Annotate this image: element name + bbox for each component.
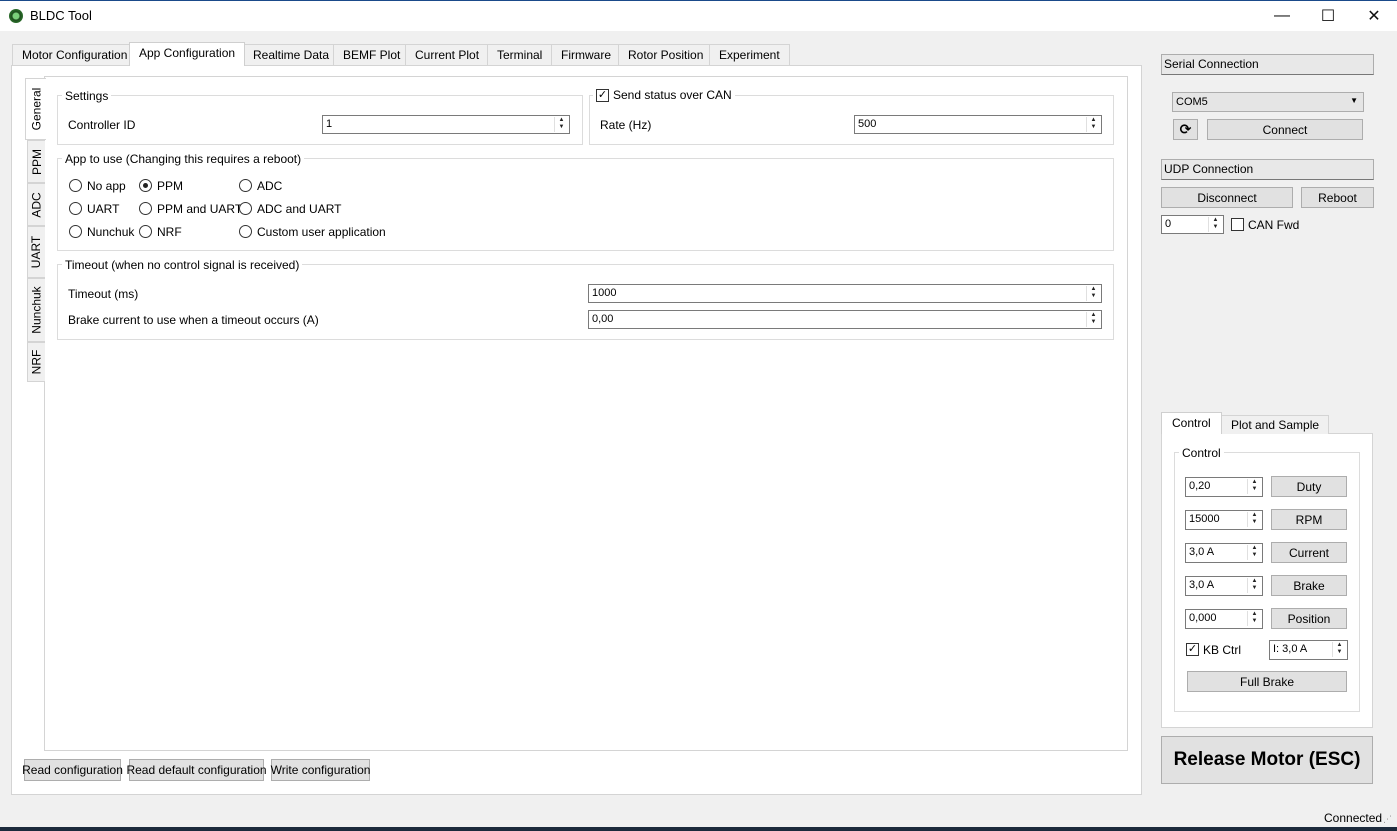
release-motor-button[interactable]: Release Motor (ESC) xyxy=(1161,736,1373,784)
spin-arrows-icon[interactable]: ▲ ▼ xyxy=(1247,545,1261,560)
udp-connection-header[interactable]: UDP Connection xyxy=(1161,159,1374,180)
spin-arrows-icon[interactable]: ▲ ▼ xyxy=(1332,642,1346,657)
brake-button[interactable]: Brake xyxy=(1271,575,1347,596)
kb-ctrl-checkbox[interactable]: ✓ xyxy=(1186,643,1199,656)
maximize-button[interactable]: ☐ xyxy=(1305,0,1351,31)
status-text: Connected xyxy=(1324,811,1383,825)
app-icon xyxy=(9,9,23,23)
kb-current-spinbox[interactable]: I: 3,0 A ▲ ▼ xyxy=(1269,640,1348,660)
reboot-button[interactable]: Reboot xyxy=(1301,187,1374,208)
write-configuration-button[interactable]: Write configuration xyxy=(271,759,370,781)
read-default-configuration-button[interactable]: Read default configuration xyxy=(126,759,267,781)
tab-realtime-data[interactable]: Realtime Data xyxy=(243,44,340,65)
radio-no-app[interactable] xyxy=(69,179,82,192)
spin-arrows-icon[interactable]: ▲ ▼ xyxy=(1086,117,1100,132)
vtab-adc[interactable]: ADC xyxy=(27,183,45,226)
timeout-spinbox[interactable]: 1000 ▲ ▼ xyxy=(588,284,1102,303)
minimize-button[interactable]: — xyxy=(1259,0,1305,31)
tab-bemf-plot[interactable]: BEMF Plot xyxy=(333,44,411,65)
radio-adc-label: ADC xyxy=(257,179,283,193)
radio-adc[interactable] xyxy=(239,179,252,192)
tab-experiment[interactable]: Experiment xyxy=(709,44,790,65)
position-spinbox[interactable]: 0,000 ▲ ▼ xyxy=(1185,609,1263,629)
rpm-spinbox[interactable]: 15000 ▲ ▼ xyxy=(1185,510,1263,530)
rate-spinbox[interactable]: 500 ▲ ▼ xyxy=(854,115,1102,134)
can-status-title: ✓ Send status over CAN xyxy=(593,88,735,102)
timeout-label: Timeout (ms) xyxy=(68,287,139,301)
rate-label: Rate (Hz) xyxy=(600,118,652,132)
tab-plot-and-sample[interactable]: Plot and Sample xyxy=(1221,415,1330,434)
radio-nunchuk-label: Nunchuk xyxy=(87,225,135,239)
spin-arrows-icon[interactable]: ▲ ▼ xyxy=(1247,479,1261,494)
chevron-down-icon: ▼ xyxy=(1350,96,1358,105)
current-button[interactable]: Current xyxy=(1271,542,1347,563)
spin-arrows-icon[interactable]: ▲ ▼ xyxy=(1247,512,1261,527)
radio-nunchuk[interactable] xyxy=(69,225,82,238)
tab-current-plot[interactable]: Current Plot xyxy=(405,44,490,65)
spin-arrows-icon[interactable]: ▲ ▼ xyxy=(554,117,568,132)
full-brake-button[interactable]: Full Brake xyxy=(1187,671,1347,692)
radio-no-app-label: No app xyxy=(87,179,126,193)
window-title: BLDC Tool xyxy=(30,8,92,23)
radio-adc-and-uart-label: ADC and UART xyxy=(257,202,342,216)
control-group-title: Control xyxy=(1179,446,1224,460)
timeout-group-title: Timeout (when no control signal is recei… xyxy=(62,258,303,272)
kb-ctrl-label: KB Ctrl xyxy=(1203,643,1242,657)
refresh-icon[interactable]: ⟳ xyxy=(1173,119,1198,140)
title-bar xyxy=(0,0,1397,31)
controller-id-label: Controller ID xyxy=(68,118,136,132)
can-fwd-checkbox[interactable] xyxy=(1231,218,1244,231)
serial-port-select[interactable]: COM5 ▼ xyxy=(1172,92,1364,112)
tab-motor-configuration[interactable]: Motor Configuration xyxy=(12,44,138,65)
radio-uart[interactable] xyxy=(69,202,82,215)
radio-ppm-and-uart[interactable] xyxy=(139,202,152,215)
radio-custom-user-app[interactable] xyxy=(239,225,252,238)
radio-ppm-label: PPM xyxy=(157,179,184,193)
tab-terminal[interactable]: Terminal xyxy=(487,44,553,65)
radio-nrf-label: NRF xyxy=(157,225,182,239)
settings-group-title: Settings xyxy=(62,89,112,103)
controller-id-spinbox[interactable]: 1 ▲ ▼ xyxy=(322,115,570,134)
spin-arrows-icon[interactable]: ▲ ▼ xyxy=(1208,217,1222,232)
send-status-can-checkbox[interactable]: ✓ xyxy=(596,88,609,102)
vtab-nrf[interactable]: NRF xyxy=(27,342,45,382)
app-to-use-title: App to use (Changing this requires a reb… xyxy=(62,152,305,166)
vtab-general[interactable]: General xyxy=(25,78,46,140)
disconnect-button[interactable]: Disconnect xyxy=(1161,187,1293,208)
vtab-uart[interactable]: UART xyxy=(27,226,45,278)
taskbar-strip xyxy=(0,827,1397,831)
duty-button[interactable]: Duty xyxy=(1271,476,1347,497)
tab-rotor-position[interactable]: Rotor Position xyxy=(618,44,714,65)
radio-ppm-and-uart-label: PPM and UART xyxy=(157,202,243,216)
resize-grip-icon[interactable]: ⋰ xyxy=(1383,814,1392,825)
close-button[interactable]: ✕ xyxy=(1351,0,1397,31)
spin-arrows-icon[interactable]: ▲ ▼ xyxy=(1247,578,1261,593)
serial-connection-header[interactable]: Serial Connection xyxy=(1161,54,1374,75)
vtab-ppm[interactable]: PPM xyxy=(27,140,45,183)
spin-arrows-icon[interactable]: ▲ ▼ xyxy=(1247,611,1261,626)
brake-spinbox[interactable]: 3,0 A ▲ ▼ xyxy=(1185,576,1263,596)
radio-uart-label: UART xyxy=(87,202,120,216)
brake-current-spinbox[interactable]: 0,00 ▲ ▼ xyxy=(588,310,1102,329)
spin-arrows-icon[interactable]: ▲ ▼ xyxy=(1086,312,1100,327)
vtab-nunchuk[interactable]: Nunchuk xyxy=(27,278,45,342)
tab-app-configuration[interactable]: App Configuration xyxy=(129,42,246,66)
can-fwd-label: CAN Fwd xyxy=(1248,218,1300,232)
tab-control[interactable]: Control xyxy=(1161,412,1222,434)
read-configuration-button[interactable]: Read configuration xyxy=(22,759,123,781)
radio-ppm[interactable] xyxy=(139,179,152,192)
position-button[interactable]: Position xyxy=(1271,608,1347,629)
rpm-button[interactable]: RPM xyxy=(1271,509,1347,530)
connect-button[interactable]: Connect xyxy=(1207,119,1363,140)
radio-custom-user-app-label: Custom user application xyxy=(257,225,386,239)
radio-adc-and-uart[interactable] xyxy=(239,202,252,215)
current-spinbox[interactable]: 3,0 A ▲ ▼ xyxy=(1185,543,1263,563)
can-id-spinbox[interactable]: 0 ▲ ▼ xyxy=(1161,215,1224,234)
brake-current-label: Brake current to use when a timeout occu… xyxy=(68,313,319,327)
radio-nrf[interactable] xyxy=(139,225,152,238)
duty-spinbox[interactable]: 0,20 ▲ ▼ xyxy=(1185,477,1263,497)
spin-arrows-icon[interactable]: ▲ ▼ xyxy=(1086,286,1100,301)
tab-firmware[interactable]: Firmware xyxy=(551,44,621,65)
